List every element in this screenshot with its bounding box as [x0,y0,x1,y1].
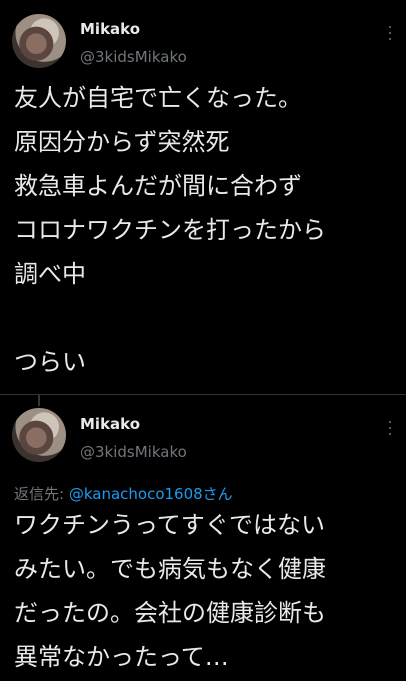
avatar[interactable] [12,408,66,462]
reply-prefix: 返信先: [14,485,69,503]
avatar[interactable] [12,14,66,68]
tweet[interactable]: Mikako @3kidsMikako 友人が自宅で亡くなった。 原因分からず突… [0,0,406,394]
more-options-icon[interactable] [388,421,392,435]
reply-context: 返信先: @kanachoco1608さん [14,483,233,504]
user-handle[interactable]: @3kidsMikako [80,48,187,66]
display-name[interactable]: Mikako [80,415,140,433]
display-name[interactable]: Mikako [80,20,140,38]
user-handle[interactable]: @3kidsMikako [80,443,187,461]
tweet-reply[interactable]: Mikako @3kidsMikako 返信先: @kanachoco1608さ… [0,395,406,681]
tweet-text: 友人が自宅で亡くなった。 原因分からず突然死 救急車よんだが間に合わず コロナワ… [14,84,326,376]
reply-to-link[interactable]: @kanachoco1608さん [69,485,233,503]
more-options-icon[interactable] [388,26,392,40]
tweet-text: ワクチンうってすぐではない みたい。でも病気もなく健康 だったの。会社の健康診断… [14,511,326,671]
